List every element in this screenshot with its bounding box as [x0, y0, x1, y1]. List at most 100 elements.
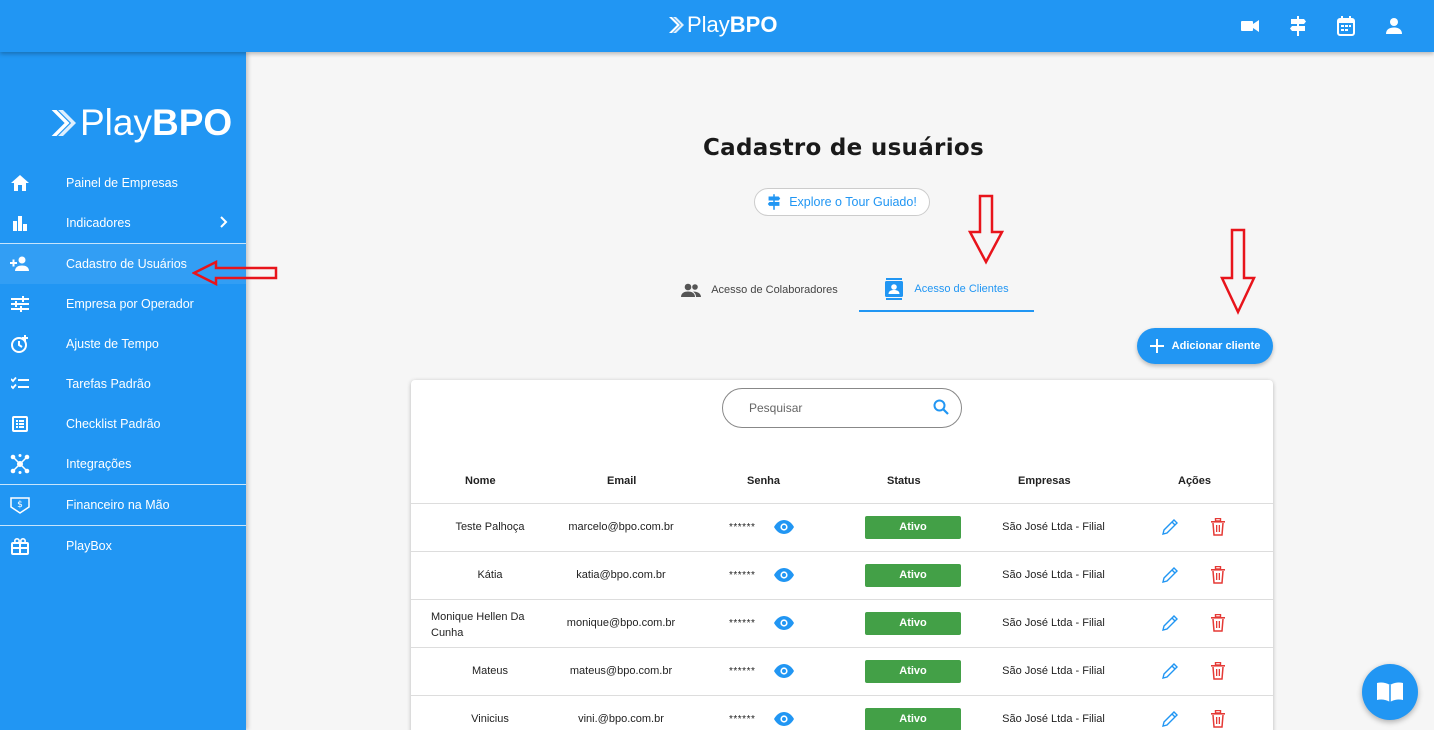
cell-empresas: São José Ltda - Filial [1002, 569, 1105, 581]
table-header: Nome Email Senha Status Empresas Ações [411, 458, 1273, 504]
eye-icon[interactable] [774, 712, 794, 729]
sidebar-item-empresa-operador[interactable]: Empresa por Operador [0, 284, 246, 324]
annotation-arrow-down-icon [1220, 228, 1256, 315]
annotation-arrow-left-icon [192, 260, 278, 286]
cell-nome: Monique Hellen Da Cunha [431, 611, 525, 639]
page-title: Cadastro de usuários [703, 135, 984, 161]
logo-chevron-icon [51, 110, 76, 136]
trash-icon[interactable] [1211, 613, 1225, 635]
cell-nome: Teste Palhoça [455, 521, 525, 533]
eye-icon[interactable] [774, 568, 794, 585]
eye-icon[interactable] [774, 616, 794, 633]
cell-empresas: São José Ltda - Filial [1002, 521, 1105, 533]
tour-button[interactable]: Explore o Tour Guiado! [754, 188, 930, 216]
table-row: Teste Palhoça marcelo@bpo.com.br ****** … [411, 504, 1273, 552]
edit-pencil-icon[interactable] [1161, 710, 1179, 730]
tab-label: Acesso de Clientes [914, 283, 1009, 295]
checklist-icon [10, 374, 30, 394]
sidebar-item-label: Ajuste de Tempo [66, 337, 159, 351]
sidebar-item-label: Financeiro na Mão [66, 498, 170, 512]
cell-email: marcelo@bpo.com.br [568, 521, 674, 533]
column-header-email[interactable]: Email [607, 475, 636, 487]
gift-box-icon [10, 536, 30, 556]
table-row: Mateus mateus@bpo.com.br ****** Ativo Sã… [411, 648, 1273, 696]
cell-nome: Vinicius [471, 713, 509, 725]
sidebar-item-label: Checklist Padrão [66, 417, 161, 431]
logo-bpo-text: BPO [729, 12, 778, 37]
logo-chevron-icon [669, 17, 684, 33]
edit-pencil-icon[interactable] [1161, 662, 1179, 683]
edit-pencil-icon[interactable] [1161, 566, 1179, 587]
sidebar-item-label: Integrações [66, 457, 132, 471]
top-logo[interactable]: Play BPO [668, 12, 777, 38]
cell-email: monique@bpo.com.br [566, 617, 676, 629]
chevron-right-icon[interactable] [220, 215, 228, 231]
add-client-button[interactable]: Adicionar cliente [1137, 328, 1273, 364]
search-box [722, 388, 962, 428]
people-icon [681, 283, 702, 297]
video-camera-icon[interactable] [1238, 14, 1262, 38]
trash-icon[interactable] [1211, 709, 1225, 730]
tab-colaboradores[interactable]: Acesso de Colaboradores [660, 268, 859, 312]
sidebar-item-checklist-padrao[interactable]: Checklist Padrão [0, 404, 246, 444]
top-bar: Play BPO [0, 0, 1434, 52]
plus-icon [1149, 339, 1164, 353]
home-icon [10, 173, 30, 193]
sidebar-item-playbox[interactable]: PlayBox [0, 526, 246, 566]
signpost-icon [767, 194, 781, 210]
edit-pencil-icon[interactable] [1161, 614, 1179, 635]
search-input[interactable] [749, 401, 919, 415]
column-header-acoes: Ações [1178, 475, 1212, 487]
table-row: Monique Hellen Da Cunha monique@bpo.com.… [411, 600, 1273, 648]
column-header-status[interactable]: Status [887, 475, 921, 487]
cell-empresas: São José Ltda - Filial [1002, 617, 1105, 629]
column-header-nome[interactable]: Nome [465, 475, 496, 487]
help-book-button[interactable] [1362, 664, 1418, 720]
add-client-label: Adicionar cliente [1171, 340, 1261, 352]
cell-email: mateus@bpo.com.br [569, 665, 673, 677]
sidebar-item-label: Indicadores [66, 216, 131, 230]
svg-text:$: $ [17, 500, 23, 510]
sidebar-logo[interactable]: Play BPO [50, 102, 232, 144]
eye-icon[interactable] [774, 520, 794, 537]
edit-pencil-icon[interactable] [1161, 518, 1179, 539]
search-icon[interactable] [933, 399, 949, 420]
trash-icon[interactable] [1211, 517, 1225, 539]
sliders-icon [10, 294, 30, 314]
calendar-icon[interactable] [1334, 14, 1358, 38]
tab-clientes[interactable]: Acesso de Clientes [859, 268, 1034, 312]
status-badge[interactable]: Ativo [865, 612, 961, 635]
sidebar-item-integracoes[interactable]: Integrações [0, 444, 246, 484]
sidebar-item-label: Cadastro de Usuários [66, 257, 187, 271]
sidebar-item-indicadores[interactable]: Indicadores [0, 203, 246, 243]
signpost-icon[interactable] [1286, 14, 1310, 38]
money-icon: $ [10, 495, 30, 515]
eye-icon[interactable] [774, 664, 794, 681]
logo-bpo-text: BPO [151, 102, 233, 143]
cell-nome: Kátia [477, 569, 503, 581]
open-book-icon [1377, 682, 1403, 702]
sidebar-item-financeiro[interactable]: $ Financeiro na Mão [0, 485, 246, 525]
sidebar-item-ajuste-tempo[interactable]: Ajuste de Tempo [0, 324, 246, 364]
access-tabs: Acesso de Colaboradores Acesso de Client… [660, 268, 1034, 312]
annotation-arrow-down-icon [967, 194, 1005, 265]
status-badge[interactable]: Ativo [865, 708, 961, 730]
sidebar-item-tarefas-padrao[interactable]: Tarefas Padrão [0, 364, 246, 404]
column-header-empresas[interactable]: Empresas [1018, 475, 1071, 487]
trash-icon[interactable] [1211, 661, 1225, 683]
sidebar-nav: Painel de Empresas Indicadores Cadastro … [0, 163, 246, 566]
list-box-icon [10, 414, 30, 434]
user-icon[interactable] [1382, 14, 1406, 38]
trash-icon[interactable] [1211, 565, 1225, 587]
column-header-senha[interactable]: Senha [747, 475, 780, 487]
status-badge[interactable]: Ativo [865, 660, 961, 683]
sidebar-item-painel-empresas[interactable]: Painel de Empresas [0, 163, 246, 203]
cell-email: katia@bpo.com.br [576, 569, 666, 581]
status-badge[interactable]: Ativo [865, 564, 961, 587]
bar-chart-icon [10, 213, 30, 233]
sidebar-item-label: Empresa por Operador [66, 297, 194, 311]
cell-senha: ****** [729, 522, 756, 533]
cell-senha: ****** [729, 714, 756, 725]
table-row: Vinicius vini.@bpo.com.br ****** Ativo S… [411, 696, 1273, 730]
status-badge[interactable]: Ativo [865, 516, 961, 539]
